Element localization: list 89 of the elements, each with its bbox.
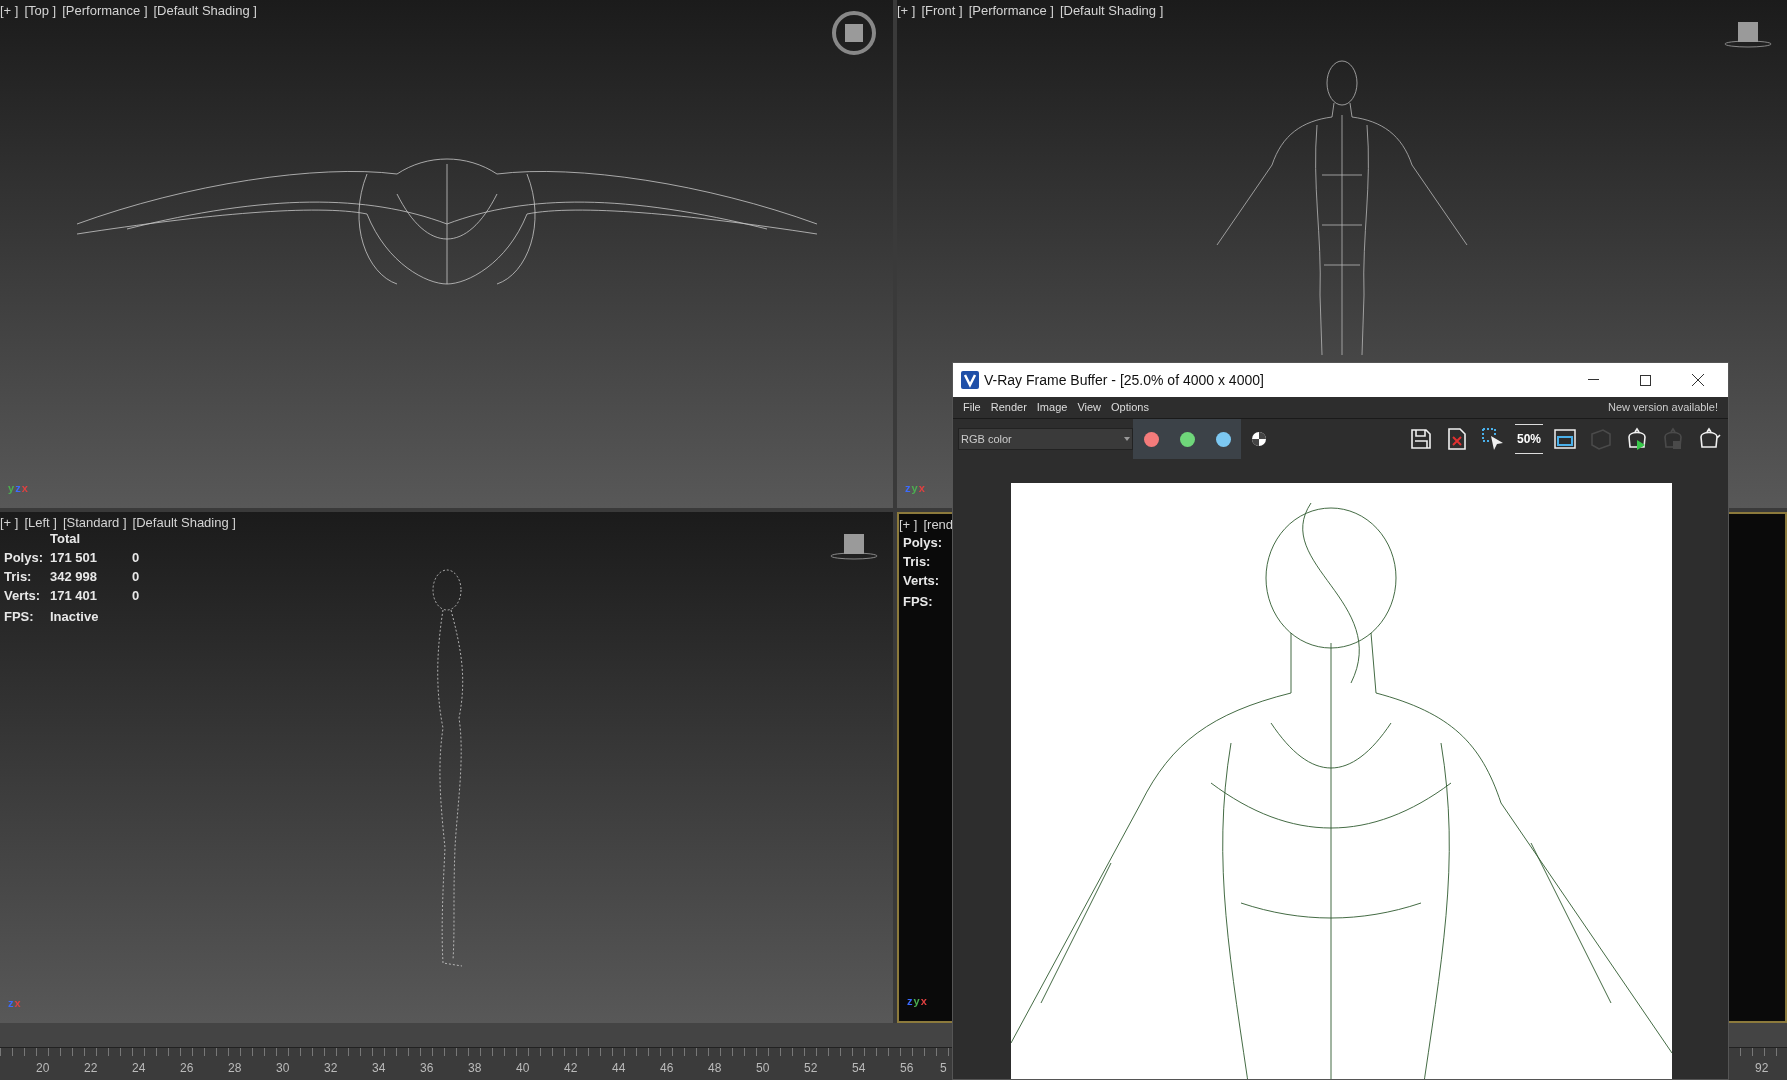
stat-label: Polys: (903, 534, 943, 551)
channel-dropdown[interactable]: RGB color (958, 428, 1133, 450)
axis-label: z (905, 483, 911, 494)
ruler-label: 24 (132, 1060, 146, 1077)
fps-label: FPS: (903, 593, 934, 610)
menu-item[interactable]: View (1077, 399, 1102, 416)
viewport-label[interactable]: [Default Shading ] (132, 513, 236, 533)
save-icon (1409, 427, 1433, 451)
viewport-label[interactable]: [Left ] (24, 513, 57, 533)
ruler-label: 40 (516, 1060, 530, 1077)
ruler-label: 26 (180, 1060, 194, 1077)
update-notice[interactable]: New version available! (1607, 399, 1718, 416)
ruler-label: 46 (660, 1060, 674, 1077)
viewport-label[interactable]: [rend (923, 515, 954, 535)
caret-icon (1124, 437, 1130, 441)
stat-value: 0 (132, 549, 141, 566)
stat-label: Verts: (903, 572, 941, 589)
axis-label: z (907, 996, 913, 1007)
menu-item[interactable]: Render (990, 399, 1027, 416)
ruler-label: 54 (852, 1060, 866, 1077)
view-cube-icon[interactable] (829, 532, 879, 562)
axis-label: y (8, 483, 15, 494)
ruler-label: 32 (324, 1060, 338, 1077)
viewport-label[interactable]: [+ ] (0, 513, 19, 533)
axis-label: x (14, 998, 21, 1009)
menu-item[interactable]: Image (1036, 399, 1068, 416)
teapot-play-icon (1625, 427, 1649, 451)
ruler-label: 56 (900, 1060, 914, 1077)
axis-label: y (911, 483, 918, 494)
axis-label: x (918, 483, 925, 494)
axis-label: z (15, 483, 21, 494)
clear-image-icon (1445, 427, 1469, 451)
viewport-label[interactable]: [Front ] (921, 1, 963, 21)
axis-label: x (21, 483, 28, 494)
maximize-icon[interactable] (1640, 374, 1651, 386)
ruler-label: 36 (420, 1060, 434, 1077)
view-compass-icon[interactable] (829, 8, 879, 58)
mono-channel-icon[interactable] (1251, 431, 1267, 447)
ruler-label: 44 (612, 1060, 626, 1077)
stat-label: Verts: (4, 587, 42, 604)
viewport-label[interactable]: [Standard ] (62, 513, 127, 533)
menu-item[interactable]: File (963, 399, 981, 416)
axis-label: z (8, 998, 14, 1009)
stats-header: Total (50, 530, 82, 547)
viewport-label[interactable]: [Performance ] (968, 1, 1054, 21)
stat-value: 0 (132, 568, 141, 585)
menu-item[interactable]: Options (1111, 399, 1149, 416)
ruler-label: 28 (228, 1060, 242, 1077)
ruler-label: 38 (468, 1060, 482, 1077)
region-select-icon (1481, 427, 1505, 451)
stat-value: 171 401 (50, 587, 98, 604)
close-icon[interactable] (1692, 374, 1704, 386)
teapot-icon (1697, 427, 1721, 451)
axis-label: x (920, 996, 927, 1007)
ruler-label: 42 (564, 1060, 578, 1077)
ruler-label: 92 (1755, 1060, 1769, 1077)
channel-toggle-button[interactable] (1133, 419, 1169, 459)
ruler-label: 34 (372, 1060, 386, 1077)
axis-label: y (913, 996, 920, 1007)
frame-icon (1553, 427, 1577, 451)
viewport-label[interactable]: [Top ] (24, 1, 57, 21)
fps-label: FPS: (4, 608, 35, 625)
viewport-label[interactable]: [Default Shading ] (1059, 1, 1164, 21)
ruler-label: 5 (940, 1060, 947, 1077)
ruler-label: 48 (708, 1060, 722, 1077)
ruler-label: 30 (276, 1060, 290, 1077)
fps-value: Inactive (50, 608, 100, 625)
stat-value: 171 501 (50, 549, 98, 566)
zoom-level-button[interactable]: 50% (1515, 424, 1543, 454)
ruler-label: 50 (756, 1060, 770, 1077)
ruler-label: 52 (804, 1060, 818, 1077)
stat-value: 342 998 (50, 568, 98, 585)
app-logo-icon (961, 371, 979, 389)
viewport-label[interactable]: [Default Shading ] (153, 1, 257, 21)
channel-toggle-button[interactable] (1205, 419, 1241, 459)
stat-value: 0 (132, 587, 141, 604)
viewport-label[interactable]: [+ ] (897, 1, 916, 21)
view-cube-icon[interactable] (1723, 20, 1773, 50)
minimize-icon[interactable] (1588, 379, 1599, 381)
ruler-label: 22 (84, 1060, 98, 1077)
viewport[interactable]: [+ ] [Left ] [Standard ] [Default Shading ] Total Polys: 171 501 0 Tris: 342 998 0 Verts: 171 401 0 FPS: Inactive zx (0, 512, 893, 1023)
ruler-label: 20 (36, 1060, 50, 1077)
viewport-label[interactable]: [Performance ] (62, 1, 148, 21)
stat-label: Tris: (4, 568, 33, 585)
viewport-label[interactable]: [+ ] (0, 1, 19, 21)
stat-label: Tris: (903, 553, 932, 570)
window-title: V-Ray Frame Buffer - [25.0% of 4000 x 4000] (984, 370, 1265, 390)
viewport-label[interactable]: [+ ] (899, 515, 918, 535)
stat-label: Polys: (4, 549, 44, 566)
